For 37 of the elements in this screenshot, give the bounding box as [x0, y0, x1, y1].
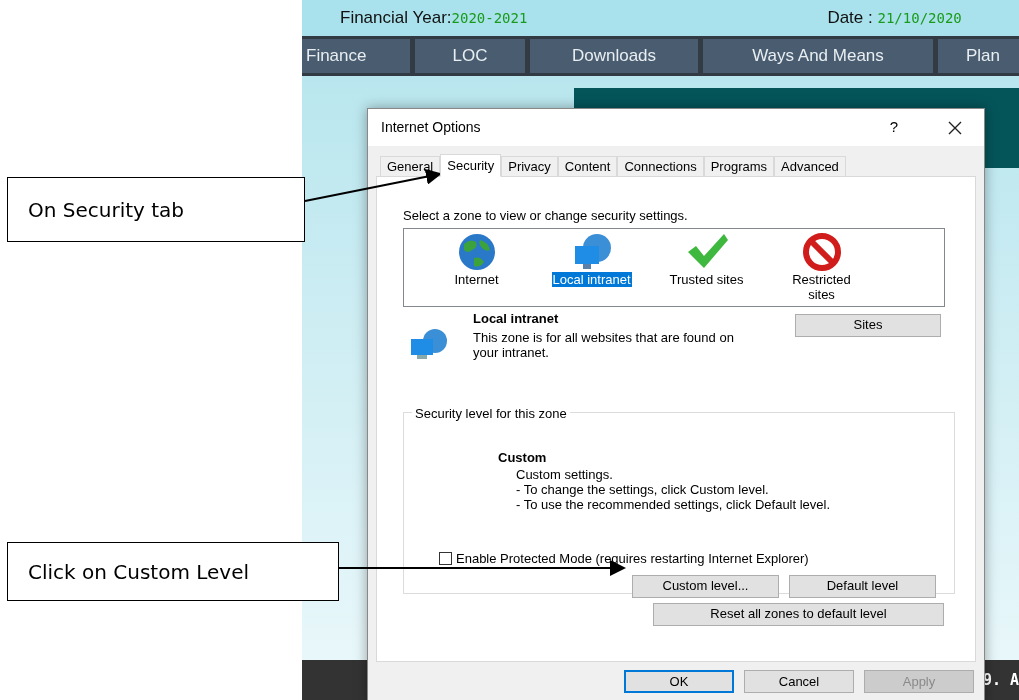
nav-link[interactable]: LOC — [415, 39, 525, 73]
date-text: Date : 21/10/2020 — [827, 7, 962, 30]
zone-item[interactable]: Restricted sites — [781, 271, 862, 302]
default-level-button[interactable]: Default level — [789, 574, 936, 598]
reset-zones-button[interactable]: Reset all zones to default level — [653, 602, 944, 626]
callout-box: Click on Custom Level — [7, 542, 339, 601]
nav-link[interactable]: Plan — [938, 39, 1019, 73]
zone-item[interactable]: Internet — [436, 271, 517, 287]
financial-year-text: Financial Year:2020-2021 — [340, 7, 528, 30]
zone-prompt: Select a zone to view or change security settings. — [403, 207, 689, 225]
zone-item[interactable]: Local intranet — [551, 271, 632, 287]
callout-box: On Security tab — [7, 177, 305, 242]
level-description-line: Custom settings. — [516, 467, 614, 482]
level-description-line: - To change the settings, click Custom level. — [516, 482, 770, 497]
tab[interactable]: Security — [440, 154, 502, 177]
tab[interactable]: Connections — [617, 156, 704, 176]
nav-link[interactable]: Ways And Means — [703, 39, 933, 73]
protected-mode-checkbox[interactable]: Enable Protected Mode (requires restarting Internet Explorer) — [439, 549, 954, 569]
window-title: Internet Options — [381, 118, 481, 137]
tab[interactable]: Privacy — [501, 156, 558, 176]
nav-link[interactable]: Downloads — [530, 39, 698, 73]
dialog-button[interactable]: Cancel — [744, 670, 854, 693]
zone-item[interactable]: Trusted sites — [666, 271, 747, 287]
nav-link[interactable]: Finance — [302, 39, 410, 73]
level-description-line: - To use the recommended settings, click Default level. — [516, 497, 832, 512]
help-button[interactable]: ? — [889, 116, 898, 139]
sites-button[interactable]: Sites — [795, 313, 941, 337]
dialog-button[interactable]: OK — [624, 670, 734, 693]
tab[interactable]: Content — [557, 156, 618, 176]
custom-level-button[interactable]: Custom level... — [632, 574, 779, 598]
zone-description: This zone is for all websites that are found on your intranet. — [473, 330, 735, 360]
level-name: Custom — [498, 448, 548, 467]
zone-name: Local intranet — [473, 309, 560, 328]
tab[interactable]: General — [380, 156, 441, 176]
tab[interactable]: Programs — [703, 156, 775, 176]
close-icon[interactable] — [948, 120, 962, 135]
tab[interactable]: Advanced — [774, 156, 846, 176]
